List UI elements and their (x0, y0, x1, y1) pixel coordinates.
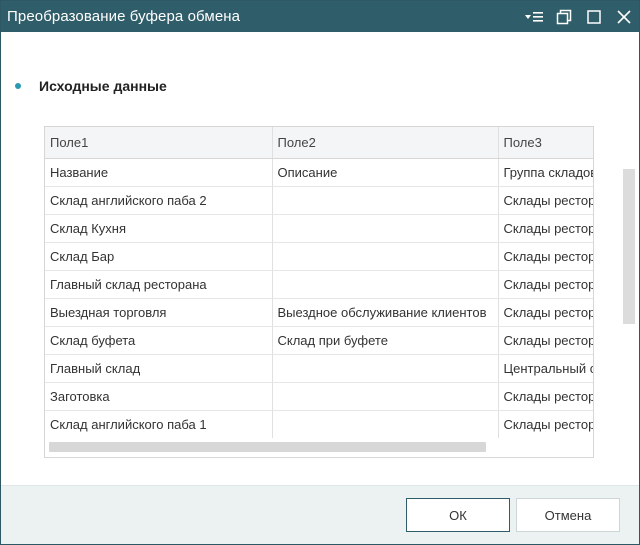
menu-lines-icon[interactable] (519, 1, 549, 32)
cell[interactable]: Склады ресторана (498, 270, 593, 299)
cell[interactable]: Центральный склад (498, 354, 593, 383)
cell[interactable]: Склады ресторана (498, 382, 593, 411)
cell[interactable]: Склад английского паба 2 (45, 186, 273, 215)
horizontal-scrollbar[interactable] (49, 442, 486, 452)
vertical-scrollbar[interactable] (623, 169, 635, 324)
close-icon[interactable] (609, 1, 639, 32)
grid-header-row: Поле1 Поле2 Поле3 (45, 127, 593, 159)
dialog-footer: ОК Отмена (1, 485, 639, 544)
table-row[interactable]: Склад Бар Склады ресторана (45, 242, 593, 271)
cell[interactable]: Выездная торговля (45, 298, 273, 327)
table-row[interactable]: Склад Кухня Склады ресторана (45, 214, 593, 243)
table-row[interactable]: Выездная торговля Выездное обслуживание … (45, 298, 593, 327)
cell[interactable]: Главный склад ресторана (45, 270, 273, 299)
cell[interactable] (272, 354, 499, 383)
section-header: Исходные данные (15, 78, 167, 94)
column-header-2[interactable]: Поле2 (272, 127, 499, 159)
cell[interactable]: Заготовка (45, 382, 273, 411)
cell[interactable] (272, 270, 499, 299)
table-row[interactable]: Название Описание Группа складов (45, 158, 593, 187)
table-row[interactable]: Склад буфета Склад при буфете Склады рес… (45, 326, 593, 355)
cell[interactable]: Склад Кухня (45, 214, 273, 243)
cell[interactable]: Название (45, 158, 273, 187)
cell[interactable]: Склад английского паба 1 (45, 410, 273, 439)
dialog-window: Преобразование буфера обмена Исходные да… (0, 0, 640, 545)
cell[interactable]: Склады ресторана (498, 326, 593, 355)
column-header-1[interactable]: Поле1 (45, 127, 273, 159)
cell[interactable]: Склад Бар (45, 242, 273, 271)
restore-icon[interactable] (549, 1, 579, 32)
cell[interactable]: Склады ресторана (498, 242, 593, 271)
table-row[interactable]: Главный склад Центральный склад (45, 354, 593, 383)
cell[interactable] (272, 242, 499, 271)
cancel-button[interactable]: Отмена (516, 498, 620, 532)
cell[interactable]: Склады ресторана (498, 410, 593, 439)
grid-table: Поле1 Поле2 Поле3 Название Описание Груп… (45, 127, 593, 439)
cell[interactable]: Склады ресторана (498, 186, 593, 215)
cell[interactable]: Склады ресторана (498, 298, 593, 327)
table-row[interactable]: Заготовка Склады ресторана (45, 382, 593, 411)
window-title: Преобразование буфера обмена (7, 8, 241, 25)
cell[interactable]: Описание (272, 158, 499, 187)
cell[interactable]: Склад при буфете (272, 326, 499, 355)
cell[interactable]: Склад буфета (45, 326, 273, 355)
table-row[interactable]: Главный склад ресторана Склады ресторана (45, 270, 593, 299)
bullet-icon (15, 83, 21, 89)
title-bar[interactable]: Преобразование буфера обмена (1, 1, 639, 32)
table-row[interactable]: Склад английского паба 1 Склады ресторан… (45, 410, 593, 439)
section-title: Исходные данные (39, 78, 167, 94)
ok-button[interactable]: ОК (406, 498, 510, 532)
data-grid[interactable]: Поле1 Поле2 Поле3 Название Описание Груп… (44, 126, 594, 458)
cell[interactable]: Главный склад (45, 354, 273, 383)
cell[interactable]: Выездное обслуживание клиентов (272, 298, 499, 327)
cell[interactable] (272, 410, 499, 439)
cell[interactable] (272, 382, 499, 411)
cell[interactable]: Группа складов (498, 158, 593, 187)
cell[interactable] (272, 186, 499, 215)
column-header-3[interactable]: Поле3 (498, 127, 593, 159)
cell[interactable]: Склады ресторана (498, 214, 593, 243)
maximize-icon[interactable] (579, 1, 609, 32)
cell[interactable] (272, 214, 499, 243)
table-row[interactable]: Склад английского паба 2 Склады ресторан… (45, 186, 593, 215)
